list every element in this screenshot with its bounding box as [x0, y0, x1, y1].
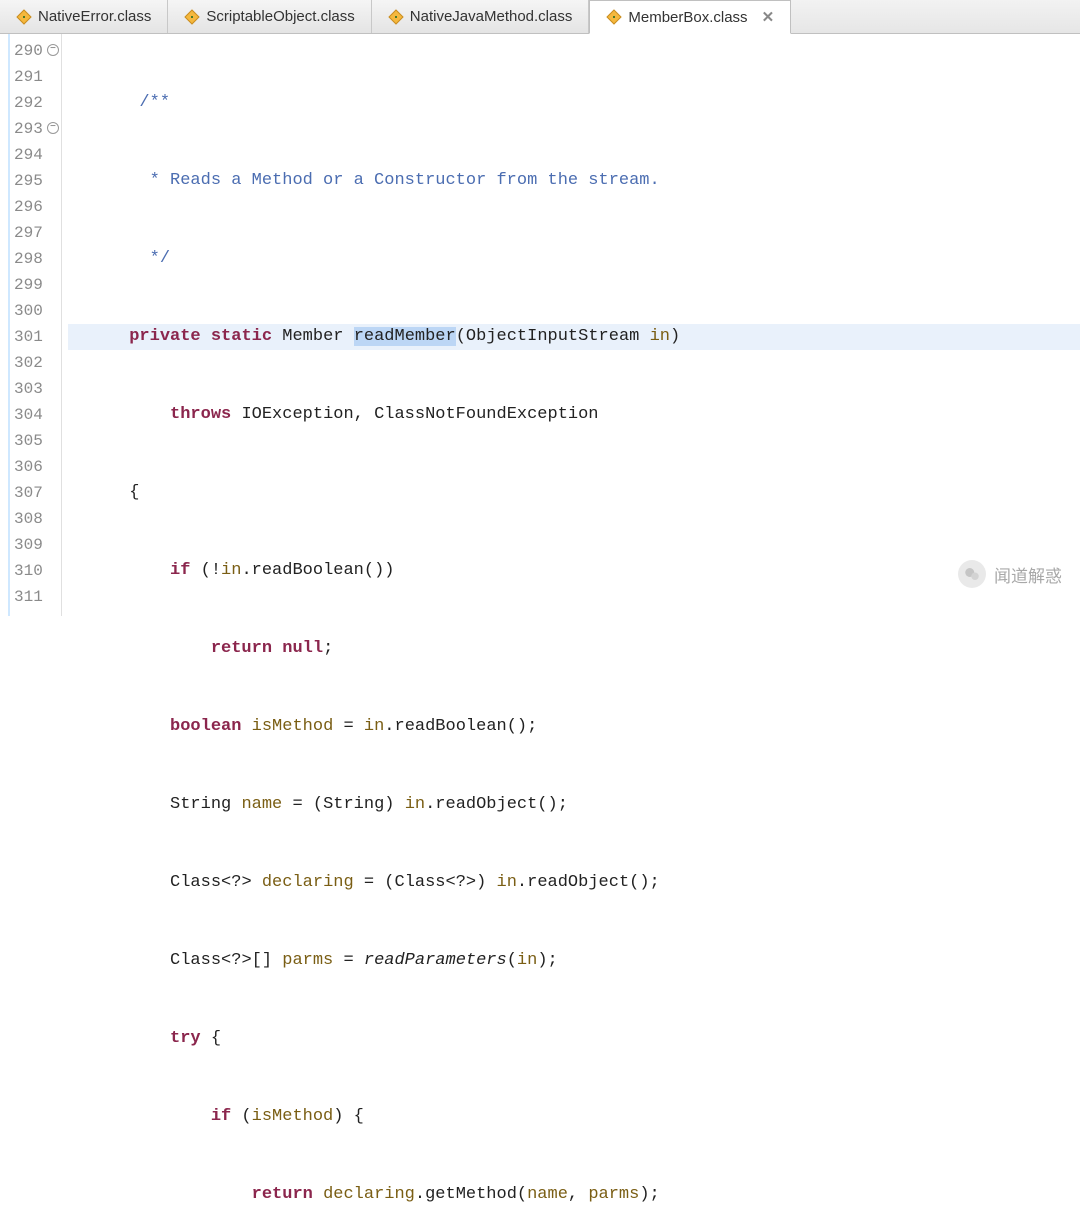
class-icon — [16, 9, 32, 25]
code-line[interactable]: * Reads a Method or a Constructor from t… — [68, 168, 1080, 194]
close-icon[interactable]: ✕ — [762, 8, 775, 26]
class-icon — [388, 9, 404, 25]
code-line[interactable]: if (!in.readBoolean()) — [68, 558, 1080, 584]
line-number: 297 — [14, 220, 61, 246]
tab-label: ScriptableObject.class — [206, 8, 354, 25]
wechat-icon — [958, 560, 986, 588]
line-number: 293− — [14, 116, 61, 142]
line-number: 292 — [14, 90, 61, 116]
line-number: 302 — [14, 350, 61, 376]
line-number: 311 — [14, 584, 61, 610]
tab-nativejavamethod[interactable]: NativeJavaMethod.class — [372, 0, 590, 33]
fold-icon[interactable]: − — [47, 122, 59, 134]
code-line[interactable]: return declaring.getMethod(name, parms); — [68, 1182, 1080, 1208]
editor-tabs: NativeError.class ScriptableObject.class… — [0, 0, 1080, 34]
line-number: 303 — [14, 376, 61, 402]
tab-label: NativeJavaMethod.class — [410, 8, 573, 25]
line-number: 309 — [14, 532, 61, 558]
tab-memberbox[interactable]: MemberBox.class ✕ — [589, 0, 791, 34]
code-line[interactable]: String name = (String) in.readObject(); — [68, 792, 1080, 818]
line-number: 296 — [14, 194, 61, 220]
line-number: 310 — [14, 558, 61, 584]
code-line[interactable]: if (isMethod) { — [68, 1104, 1080, 1130]
editor: 290− 291 292 293− 294 295 296 297 298 29… — [0, 34, 1080, 616]
line-number: 299 — [14, 272, 61, 298]
code-line[interactable]: return null; — [68, 636, 1080, 662]
tab-label: NativeError.class — [38, 8, 151, 25]
tab-nativeerror[interactable]: NativeError.class — [0, 0, 168, 33]
code-line[interactable]: Class<?>[] parms = readParameters(in); — [68, 948, 1080, 974]
code-area[interactable]: /** * Reads a Method or a Constructor fr… — [62, 34, 1080, 616]
code-line[interactable]: throws IOException, ClassNotFoundExcepti… — [68, 402, 1080, 428]
class-icon — [184, 9, 200, 25]
line-number: 300 — [14, 298, 61, 324]
line-number: 301 — [14, 324, 61, 350]
line-number: 290− — [14, 38, 61, 64]
code-line[interactable]: Class<?> declaring = (Class<?>) in.readO… — [68, 870, 1080, 896]
watermark-text: 闻道解惑 — [994, 562, 1062, 587]
line-number: 308 — [14, 506, 61, 532]
line-number: 307 — [14, 480, 61, 506]
watermark: 闻道解惑 — [958, 560, 1062, 588]
line-number: 298 — [14, 246, 61, 272]
code-line[interactable]: /** — [68, 90, 1080, 116]
fold-icon[interactable]: − — [47, 44, 59, 56]
class-icon — [606, 9, 622, 25]
code-line[interactable]: */ — [68, 246, 1080, 272]
code-line[interactable]: { — [68, 480, 1080, 506]
tab-label: MemberBox.class — [628, 9, 747, 26]
line-number: 294 — [14, 142, 61, 168]
code-line[interactable]: try { — [68, 1026, 1080, 1052]
line-number-gutter: 290− 291 292 293− 294 295 296 297 298 29… — [0, 34, 62, 616]
code-line[interactable]: private static Member readMember(ObjectI… — [68, 324, 1080, 350]
selected-text: readMember — [354, 327, 456, 346]
tab-scriptableobject[interactable]: ScriptableObject.class — [168, 0, 371, 33]
code-line[interactable]: boolean isMethod = in.readBoolean(); — [68, 714, 1080, 740]
line-number: 304 — [14, 402, 61, 428]
line-number: 305 — [14, 428, 61, 454]
line-number: 306 — [14, 454, 61, 480]
line-number: 291 — [14, 64, 61, 90]
line-number: 295 — [14, 168, 61, 194]
